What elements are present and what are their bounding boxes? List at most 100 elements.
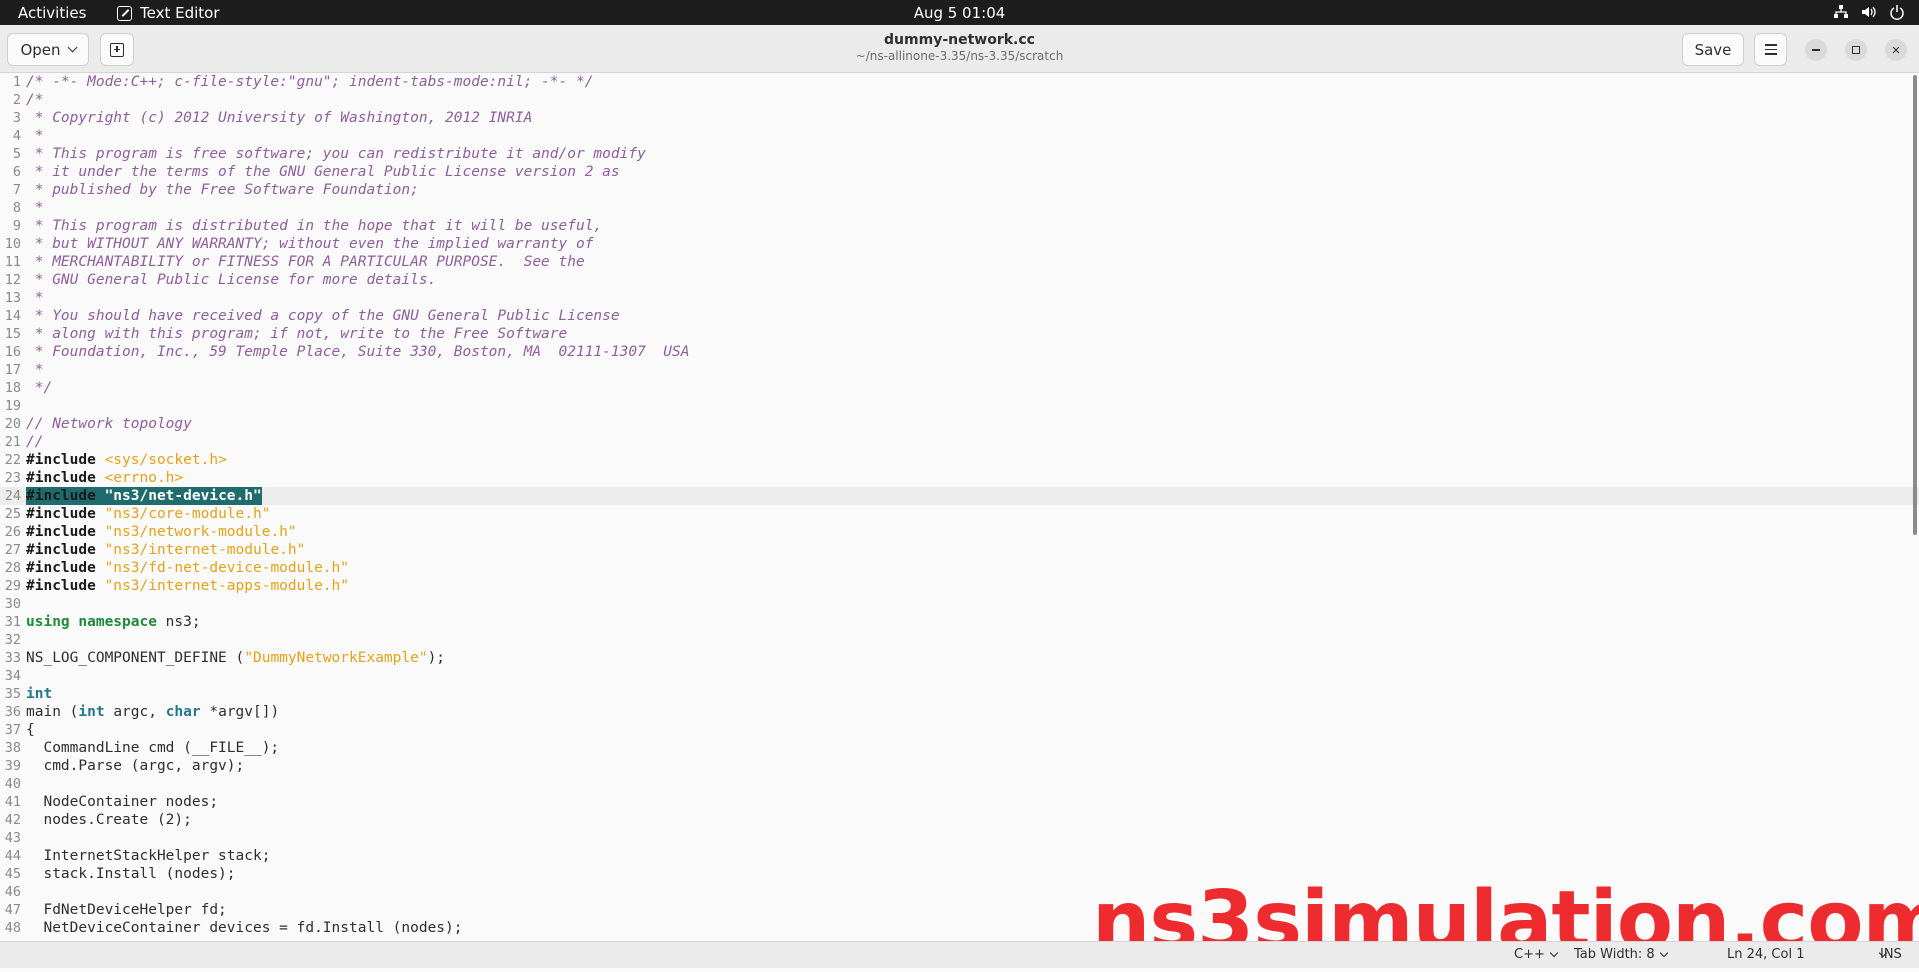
code-line[interactable]: 24 #include "ns3/net-device.h" xyxy=(0,487,1919,505)
minimize-button[interactable] xyxy=(1805,39,1827,61)
line-number: 15 xyxy=(4,326,21,342)
app-menu[interactable]: Text Editor xyxy=(117,4,220,22)
code-text: #include "ns3/fd-net-device-module.h" xyxy=(26,559,349,577)
line-number: 11 xyxy=(4,254,21,270)
code-line[interactable]: 18 */ xyxy=(0,379,1919,397)
network-icon[interactable] xyxy=(1833,3,1849,21)
open-label: Open xyxy=(20,40,61,59)
cursor-position[interactable]: Ln 24, Col 1 xyxy=(1727,947,1888,962)
line-number: 39 xyxy=(4,758,21,774)
code-token: * Foundation, Inc., 59 Temple Place, Sui… xyxy=(26,344,690,360)
code-line[interactable]: 36 main (int argc, char *argv[]) xyxy=(0,703,1919,721)
code-line[interactable]: 43 xyxy=(0,829,1919,847)
save-button[interactable]: Save xyxy=(1682,33,1744,66)
code-line[interactable]: 25 #include "ns3/core-module.h" xyxy=(0,505,1919,523)
open-button[interactable]: Open xyxy=(7,33,89,66)
code-line[interactable]: 33 NS_LOG_COMPONENT_DEFINE ("DummyNetwork… xyxy=(0,649,1919,667)
code-text: * it under the terms of the GNU General … xyxy=(26,163,620,181)
code-line[interactable]: 39 cmd.Parse (argc, argv); xyxy=(0,757,1919,775)
code-token: "ns3/net-device.h" xyxy=(104,488,262,504)
code-line[interactable]: 6 * it under the terms of the GNU Genera… xyxy=(0,163,1919,181)
code-token: #include xyxy=(26,452,105,468)
code-line[interactable]: 10 * but WITHOUT ANY WARRANTY; without e… xyxy=(0,235,1919,253)
code-line[interactable]: 44 InternetStackHelper stack; xyxy=(0,847,1919,865)
code-token: nodes.Create (2); xyxy=(26,812,192,828)
code-line[interactable]: 11 * MERCHANTABILITY or FITNESS FOR A PA… xyxy=(0,253,1919,271)
code-line[interactable]: 13 * xyxy=(0,289,1919,307)
code-token: ); xyxy=(427,650,446,666)
code-editor[interactable]: 1 /* -*- Mode:C++; c-file-style:"gnu"; in… xyxy=(0,73,1919,941)
code-line[interactable]: 19 xyxy=(0,397,1919,415)
code-line[interactable]: 23 #include <errno.h> xyxy=(0,469,1919,487)
chevron-down-icon xyxy=(1659,948,1668,957)
code-line[interactable]: 12 * GNU General Public License for more… xyxy=(0,271,1919,289)
insert-mode-indicator[interactable]: INS xyxy=(1880,947,1902,962)
code-line[interactable]: 40 xyxy=(0,775,1919,793)
code-line[interactable]: 4 * xyxy=(0,127,1919,145)
code-line[interactable]: 35 int xyxy=(0,685,1919,703)
code-line[interactable]: 17 * xyxy=(0,361,1919,379)
code-line[interactable]: 2 /* xyxy=(0,91,1919,109)
maximize-button[interactable] xyxy=(1845,39,1867,61)
code-line[interactable]: 21 // xyxy=(0,433,1919,451)
cursor-position-label: Ln 24, Col 1 xyxy=(1727,947,1805,962)
code-text: InternetStackHelper stack; xyxy=(26,847,270,865)
volume-icon[interactable] xyxy=(1861,3,1877,21)
code-text: * published by the Free Software Foundat… xyxy=(26,181,419,199)
code-line[interactable]: 30 xyxy=(0,595,1919,613)
new-tab-button[interactable] xyxy=(100,33,134,66)
code-text: * Foundation, Inc., 59 Temple Place, Sui… xyxy=(26,343,690,361)
code-line[interactable]: 8 * xyxy=(0,199,1919,217)
system-tray[interactable] xyxy=(1833,3,1905,21)
code-line[interactable]: 37 { xyxy=(0,721,1919,739)
power-icon[interactable] xyxy=(1889,3,1905,21)
main-menu-button[interactable] xyxy=(1754,33,1787,66)
code-line[interactable]: 38 CommandLine cmd (__FILE__); xyxy=(0,739,1919,757)
code-line[interactable]: 7 * published by the Free Software Found… xyxy=(0,181,1919,199)
vertical-scrollbar[interactable] xyxy=(1913,75,1917,535)
app-name: Text Editor xyxy=(140,4,220,22)
code-token: *argv[]) xyxy=(200,704,280,720)
code-text: #include "ns3/internet-module.h" xyxy=(26,541,305,559)
code-line[interactable]: 41 NodeContainer nodes; xyxy=(0,793,1919,811)
code-line[interactable]: 16 * Foundation, Inc., 59 Temple Place, … xyxy=(0,343,1919,361)
code-token: "ns3/core-module.h" xyxy=(104,506,271,522)
line-number: 12 xyxy=(4,272,21,288)
code-line[interactable]: 3 * Copyright (c) 2012 University of Was… xyxy=(0,109,1919,127)
code-line[interactable]: 31 using namespace ns3; xyxy=(0,613,1919,631)
code-line[interactable]: 1 /* -*- Mode:C++; c-file-style:"gnu"; in… xyxy=(0,73,1919,91)
line-number: 8 xyxy=(12,200,21,216)
code-line[interactable]: 42 nodes.Create (2); xyxy=(0,811,1919,829)
line-number: 36 xyxy=(4,704,21,720)
code-line[interactable]: 9 * This program is distributed in the h… xyxy=(0,217,1919,235)
code-line[interactable]: 29 #include "ns3/internet-apps-module.h" xyxy=(0,577,1919,595)
language-selector[interactable]: C++ xyxy=(1514,947,1559,962)
new-tab-icon xyxy=(110,42,124,57)
code-line[interactable]: 28 #include "ns3/fd-net-device-module.h" xyxy=(0,559,1919,577)
activities-button[interactable]: Activities xyxy=(18,4,86,22)
line-number: 38 xyxy=(4,740,21,756)
line-number: 41 xyxy=(4,794,21,810)
code-token: NS_LOG_COMPONENT_DEFINE ( xyxy=(26,650,245,666)
code-line[interactable]: 32 xyxy=(0,631,1919,649)
code-line[interactable]: 14 * You should have received a copy of … xyxy=(0,307,1919,325)
line-number: 4 xyxy=(12,128,21,144)
code-line[interactable]: 26 #include "ns3/network-module.h" xyxy=(0,523,1919,541)
window-title-area: dummy-network.cc ~/ns-allinone-3.35/ns-3… xyxy=(0,32,1919,64)
code-line[interactable]: 34 xyxy=(0,667,1919,685)
code-line[interactable]: 20 // Network topology xyxy=(0,415,1919,433)
tab-width-selector[interactable]: Tab Width: 8 xyxy=(1574,947,1668,962)
code-token: NetDeviceContainer devices = fd.Install … xyxy=(26,920,463,936)
code-token: <errno.h> xyxy=(104,470,184,486)
code-text: * xyxy=(26,127,44,145)
code-text: nodes.Create (2); xyxy=(26,811,192,829)
chevron-down-icon xyxy=(1549,948,1559,957)
clock[interactable]: Aug 5 01:04 xyxy=(0,4,1919,22)
code-line[interactable]: 22 #include <sys/socket.h> xyxy=(0,451,1919,469)
code-line[interactable]: 5 * This program is free software; you c… xyxy=(0,145,1919,163)
code-line[interactable]: 27 #include "ns3/internet-module.h" xyxy=(0,541,1919,559)
close-button[interactable] xyxy=(1885,39,1907,61)
code-token: * but WITHOUT ANY WARRANTY; without even… xyxy=(26,236,594,252)
code-text: /* -*- Mode:C++; c-file-style:"gnu"; ind… xyxy=(26,73,593,91)
code-line[interactable]: 15 * along with this program; if not, wr… xyxy=(0,325,1919,343)
